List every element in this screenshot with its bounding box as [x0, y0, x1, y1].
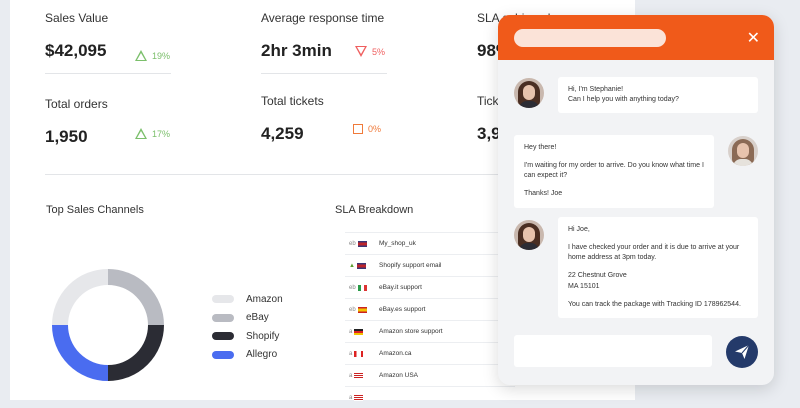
chat-message-agent: Hi, I'm Stephanie! Can I help you with a… [558, 77, 758, 114]
close-icon[interactable]: ✕ [747, 28, 760, 48]
trend-up-icon [135, 50, 147, 61]
kpi-value: $42,095 [45, 41, 107, 60]
send-icon [735, 344, 750, 359]
chat-header: ✕ [498, 15, 774, 60]
ebay-icon: eb [349, 240, 356, 247]
legend-item: Allegro [212, 346, 283, 365]
amazon-icon: a [349, 328, 353, 335]
kpi-label: Sales Value [45, 11, 109, 25]
sales-channels-title: Top Sales Channels [46, 204, 144, 216]
germany-flag-icon [354, 328, 364, 335]
ebay-icon: eb [349, 306, 356, 313]
agent-avatar [514, 220, 544, 250]
sla-row-label: Amazon store support [379, 328, 443, 335]
kpi-total-tickets: Total tickets 4,259 [261, 94, 324, 144]
shopify-icon: ▲ [349, 262, 355, 269]
italy-flag-icon [357, 284, 367, 291]
kpi-value: 4,259 [261, 124, 304, 143]
kpi-divider [261, 73, 387, 74]
chat-message-customer: Hey there! I'm waiting for my order to a… [514, 135, 714, 208]
chat-message-agent: Hi Joe, I have checked your order and it… [558, 217, 758, 318]
sla-row[interactable]: eb eBay.es support [345, 298, 515, 320]
sla-row[interactable]: eb My_shop_uk [345, 232, 515, 254]
kpi-total-orders: Total orders 1,950 [45, 97, 108, 147]
kpi-delta: 19% [135, 50, 170, 61]
sla-row[interactable]: a Amazon USA [345, 364, 515, 386]
sla-row[interactable]: a Amazon store support [345, 320, 515, 342]
sla-row[interactable]: a [345, 386, 515, 408]
canada-flag-icon [354, 350, 364, 357]
donut-slice-ebay [107, 269, 164, 326]
sla-row[interactable]: ▲ Shopify support email [345, 254, 515, 276]
trend-up-icon [135, 128, 147, 139]
kpi-label: Average response time [261, 11, 385, 25]
sla-row[interactable]: a Amazon.ca [345, 342, 515, 364]
neutral-square-icon [353, 124, 363, 134]
donut-slice-amazon [52, 269, 109, 326]
legend-swatch [212, 332, 234, 341]
kpi-delta: 5% [355, 46, 385, 57]
sla-row-label: My_shop_uk [379, 240, 416, 247]
legend-swatch [212, 313, 234, 322]
kpi-sales-value: Sales Value $42,095 [45, 11, 108, 61]
amazon-icon: a [349, 372, 353, 379]
legend-item: eBay [212, 309, 283, 328]
amazon-icon: a [349, 350, 353, 357]
kpi-label: Total orders [45, 97, 108, 111]
donut-slice-shopify [107, 324, 164, 381]
kpi-delta: 17% [135, 128, 170, 139]
legend-item: Shopify [212, 327, 283, 346]
kpi-divider [45, 73, 171, 74]
sla-row[interactable]: eb eBay.it support [345, 276, 515, 298]
sla-breakdown-title: SLA Breakdown [335, 204, 414, 216]
chat-title-placeholder [514, 29, 666, 47]
sales-channels-donut-chart [52, 269, 164, 381]
kpi-value: 1,950 [45, 127, 88, 146]
agent-avatar [514, 78, 544, 108]
usa-flag-icon [354, 372, 364, 379]
sla-row-label: eBay.it support [379, 284, 422, 291]
uk-flag-icon [356, 262, 366, 269]
spain-flag-icon [357, 306, 367, 313]
customer-avatar [728, 136, 758, 166]
uk-flag-icon [357, 240, 367, 247]
legend-swatch [212, 295, 234, 304]
legend-item: Amazon [212, 290, 283, 309]
sales-channels-legend: Amazon eBay Shopify Allegro [212, 290, 283, 364]
trend-down-icon [355, 46, 367, 57]
chat-message-input[interactable] [514, 335, 712, 367]
sla-row-label: eBay.es support [379, 306, 426, 313]
chat-widget: ✕ Hi, I'm Stephanie! Can I help you with… [498, 15, 774, 385]
sla-row-label: Amazon USA [379, 372, 419, 379]
sla-row-label: Shopify support email [379, 262, 442, 269]
donut-slice-allegro [52, 324, 109, 381]
legend-swatch [212, 350, 234, 359]
sla-row-label: Amazon.ca [379, 350, 412, 357]
sla-breakdown-list: eb My_shop_uk ▲ Shopify support email eb… [345, 232, 515, 408]
kpi-value: 2hr 3min [261, 41, 332, 60]
kpi-label: Total tickets [261, 94, 324, 108]
send-button[interactable] [726, 336, 758, 368]
kpi-delta: 0% [353, 124, 381, 134]
ebay-icon: eb [349, 284, 356, 291]
